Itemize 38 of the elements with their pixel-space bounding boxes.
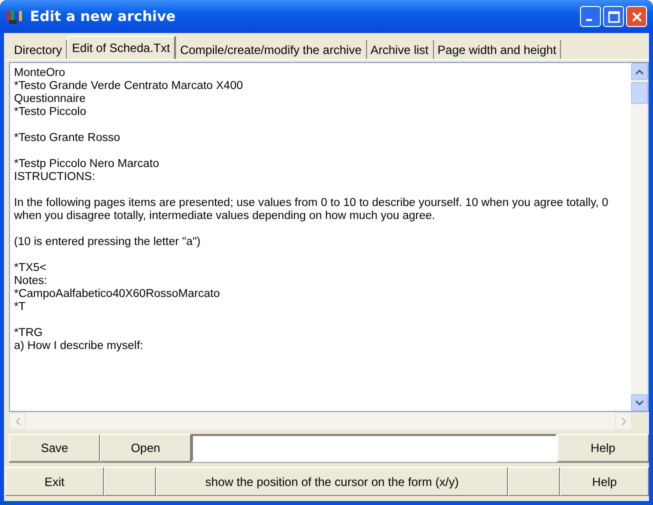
maximize-button[interactable] — [603, 6, 624, 27]
text-line: *Testo Piccolo — [14, 106, 88, 119]
help-button[interactable]: Help — [557, 434, 649, 462]
input-field[interactable] — [191, 434, 557, 462]
text-editor[interactable] — [9, 62, 649, 412]
text-line: Notes: — [14, 275, 48, 288]
text-line: (10 is entered pressing the letter "a") — [14, 236, 202, 249]
text-line: ISTRUCTIONS: — [14, 171, 96, 184]
exit-button[interactable]: Exit — [5, 467, 104, 496]
close-icon — [630, 10, 642, 22]
status-panel — [508, 467, 560, 496]
status-message: show the position of the cursor on the form (x/y) — [156, 467, 508, 496]
scroll-up-icon[interactable] — [631, 63, 648, 80]
tab[interactable]: Edit of Scheda.Txt — [67, 36, 176, 59]
scroll-down-icon[interactable] — [631, 394, 648, 411]
text-line: Questionnaire — [14, 93, 87, 106]
close-button[interactable] — [626, 6, 647, 27]
status-panel — [104, 467, 156, 496]
scroll-thumb[interactable] — [631, 82, 648, 104]
open-button[interactable]: Open — [100, 434, 191, 462]
text-line: *Testo Grante Rosso — [14, 132, 122, 145]
text-line: MonteOro — [14, 67, 66, 80]
app-icon — [6, 8, 24, 24]
window-title: Edit a new archive — [30, 8, 177, 24]
text-line: *Testo Grande Verde Centrato Marcato X400 — [14, 80, 244, 93]
help-button[interactable]: Help — [560, 467, 649, 496]
maximize-icon — [608, 10, 620, 22]
minimize-button[interactable] — [580, 6, 601, 27]
minimize-icon — [586, 18, 592, 20]
vertical-scrollbar[interactable] — [631, 63, 648, 411]
text-line: In the following pages items are presented; use values from 0 to 10 to describe yourself. 10 when you agree totally, 0 when you disagree totally, intermediate values depending on how much you agree. — [14, 197, 610, 223]
text-line: *TRG — [14, 327, 44, 340]
text-line: *Testp Piccolo Nero Marcato — [14, 158, 160, 171]
save-button[interactable]: Save — [9, 434, 100, 462]
text-line: *T — [14, 301, 26, 314]
text-line: *TX5< — [14, 262, 48, 275]
text-line: *CampoAalfabetico40X60RossoMarcato — [14, 288, 221, 301]
text-line: a) How I describe myself: — [14, 340, 144, 353]
